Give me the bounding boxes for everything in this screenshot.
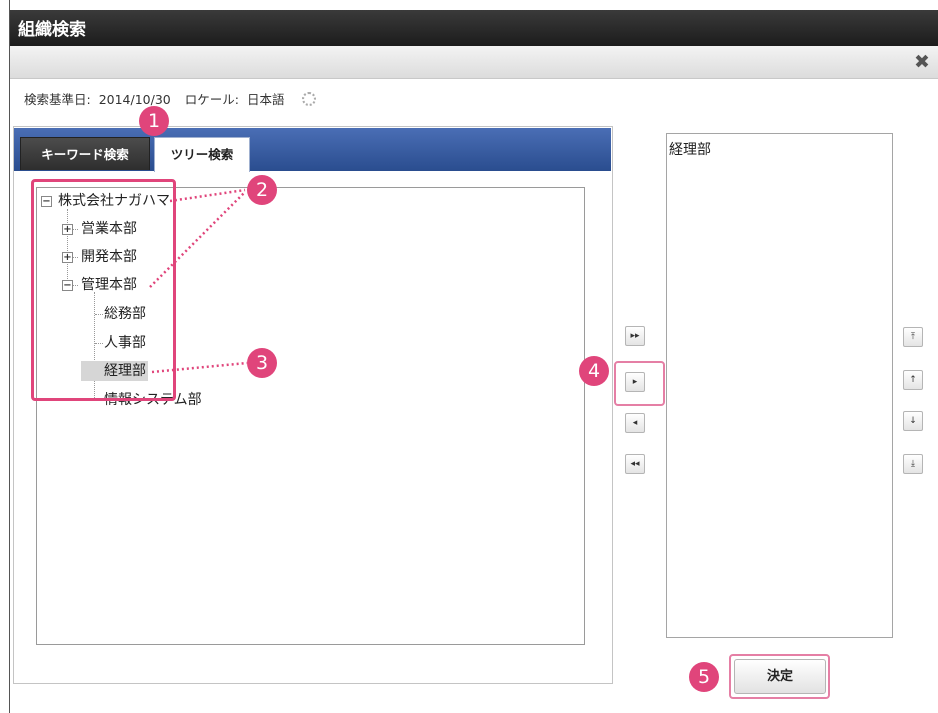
callout-badge-4: 4	[579, 356, 609, 386]
tab-tree-search[interactable]: ツリー検索	[154, 137, 250, 172]
dialog-title: 組織検索	[18, 20, 86, 40]
callout-badge-2: 2	[247, 175, 277, 205]
decide-button-highlight-box	[729, 654, 830, 699]
move-up-button[interactable]: ↑	[903, 370, 923, 390]
locale-value: 日本語	[246, 92, 285, 107]
selected-list-item[interactable]: 経理部	[669, 139, 711, 159]
add-button-highlight-box	[614, 361, 665, 406]
tab-bar: キーワード検索 ツリー検索	[14, 128, 611, 172]
callout-badge-5: 5	[689, 662, 719, 692]
move-down-button[interactable]: ↓	[903, 411, 923, 431]
move-top-button[interactable]: ⤒	[903, 327, 923, 347]
locale-label: ロケール:	[184, 92, 239, 107]
window-border	[9, 0, 10, 713]
dialog-toolbar: ✖	[10, 46, 938, 79]
move-bottom-button[interactable]: ⤓	[903, 454, 923, 474]
tab-keyword-search[interactable]: キーワード検索	[20, 137, 150, 170]
add-all-button[interactable]: ▸▸	[625, 326, 645, 346]
callout-badge-1: 1	[139, 106, 169, 136]
close-icon[interactable]: ✖	[910, 50, 934, 74]
remove-all-button[interactable]: ◂◂	[625, 454, 645, 474]
selected-list: 経理部	[666, 133, 893, 638]
gear-icon[interactable]	[302, 92, 317, 106]
search-info-bar: 検索基準日: 2014/10/30 ロケール: 日本語	[24, 89, 317, 108]
base-date-value: 2014/10/30	[98, 92, 171, 107]
callout-badge-3: 3	[247, 348, 277, 378]
remove-button[interactable]: ◂	[625, 413, 645, 433]
tree-highlight-box	[31, 179, 176, 401]
dialog-title-bar: 組織検索	[10, 10, 938, 46]
base-date-label: 検索基準日:	[24, 92, 91, 107]
